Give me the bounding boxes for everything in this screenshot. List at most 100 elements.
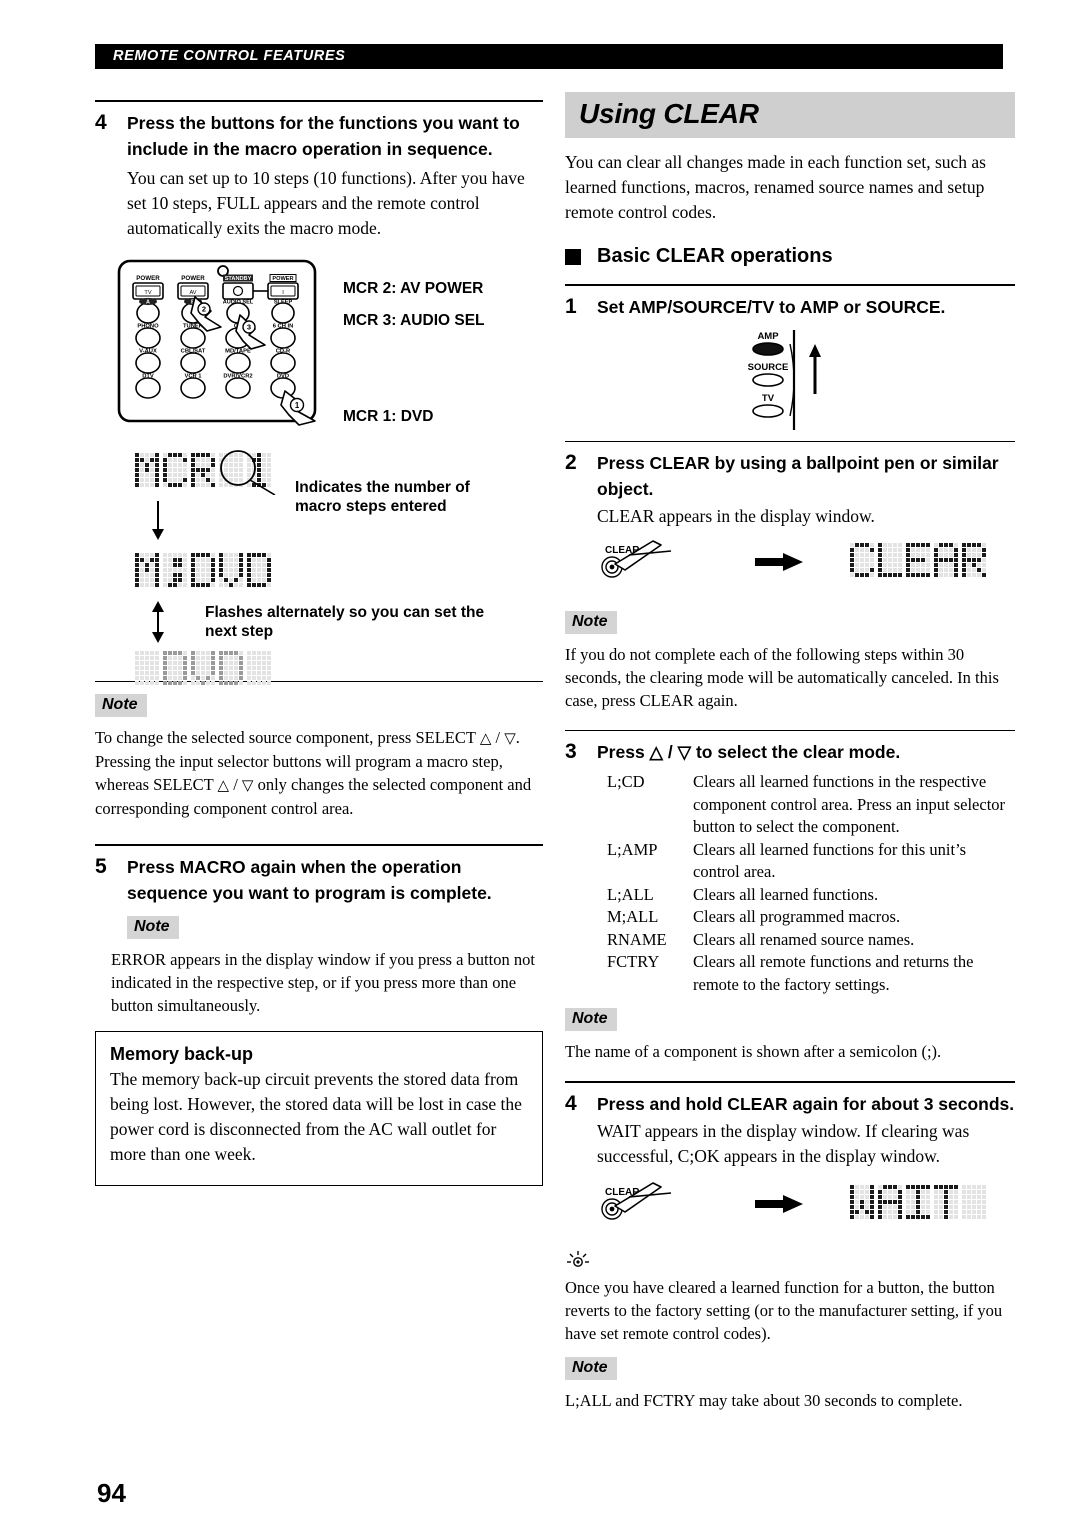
- lcd-character: [135, 651, 159, 685]
- pen-press-clear-icon: CLEAR: [601, 540, 672, 578]
- divider: [565, 284, 1015, 286]
- tip-bulb-icon: [567, 1251, 589, 1267]
- select-down-icon: ▽: [504, 730, 516, 747]
- svg-text:VCR 1: VCR 1: [184, 374, 202, 380]
- clear-mode-list: L;CD Clears all learned functions in the …: [607, 771, 1015, 996]
- step-4-right-body: WAIT appears in the display window. If c…: [597, 1121, 970, 1166]
- svg-text:SLEEP: SLEEP: [274, 300, 293, 306]
- pen-press-clear-icon-2: CLEAR: [601, 1182, 672, 1220]
- note-3-right: Note L;ALL and FCTRY may take about 30 s…: [565, 1357, 1015, 1412]
- select-up-icon: △: [479, 730, 492, 747]
- note-2-right: Note The name of a component is shown af…: [565, 1008, 1015, 1063]
- step-2-number: 2: [565, 451, 577, 474]
- clear-mode-description: Clears all programmed macros.: [693, 907, 901, 926]
- clear-mode-row: L;CD Clears all learned functions in the …: [607, 771, 1015, 839]
- divider: [565, 1081, 1015, 1083]
- right-arrow-icon-2: [755, 1195, 803, 1213]
- divider: [565, 730, 1015, 731]
- step-1-heading: Set AMP/SOURCE/TV to AMP or SOURCE.: [597, 297, 946, 317]
- clear-mode-name: FCTRY: [607, 952, 660, 971]
- mcr-label-1: MCR 1: DVD: [343, 408, 434, 425]
- section-banner: Using CLEAR: [565, 92, 1015, 138]
- lcd-character: [850, 1185, 874, 1219]
- lcd-character: [163, 651, 187, 685]
- step-1: 1 Set AMP/SOURCE/TV to AMP or SOURCE.: [565, 294, 1015, 320]
- divider: [95, 844, 543, 846]
- note-tag: Note: [565, 611, 617, 634]
- lcd-character: [191, 553, 215, 587]
- note-tag: Note: [565, 1357, 617, 1380]
- select-down-icon-2: ▽: [241, 777, 254, 794]
- lcd-character: [962, 1185, 986, 1219]
- running-head-bar: REMOTE CONTROL FEATURES: [95, 44, 1003, 69]
- lcd-character: [191, 453, 215, 487]
- svg-text:DTV: DTV: [142, 374, 154, 380]
- subsection-heading: Basic CLEAR operations: [565, 245, 1015, 268]
- lcd-character: [219, 651, 243, 685]
- divider: [95, 100, 543, 102]
- step-1-number: 1: [565, 295, 577, 318]
- memory-backup-title: Memory back-up: [110, 1044, 254, 1064]
- clear-mode-row: M;ALL Clears all programmed macros.: [607, 906, 1015, 929]
- left-column: 4 Press the buttons for the functions yo…: [95, 100, 543, 1186]
- clear-mode-name: L;AMP: [607, 839, 658, 859]
- lcd-character: [906, 543, 930, 577]
- lcd-display-clear: [850, 543, 986, 577]
- lcd-character: [247, 651, 271, 685]
- clear-mode-description: Clears all learned functions.: [693, 884, 879, 904]
- lcd-character: [191, 651, 215, 685]
- clear-pen-diagram-1: CLEAR: [565, 535, 1015, 599]
- svg-text:DVD: DVD: [277, 374, 289, 380]
- step-4-body: You can set up to 10 steps (10 functions…: [127, 168, 525, 238]
- svg-text:SOURCE: SOURCE: [748, 362, 789, 373]
- step-2: 2 Press CLEAR by using a ballpoint pen o…: [565, 450, 1015, 502]
- lcd-character: [878, 1185, 902, 1219]
- lcd-display-wait: [850, 1185, 986, 1219]
- step-3-heading-mid: /: [663, 742, 678, 762]
- note-3-right-text: L;ALL and FCTRY may take about 30 second…: [565, 1391, 963, 1410]
- note-1-part-b: /: [491, 728, 505, 747]
- select-up-icon: △: [649, 742, 664, 762]
- svg-text:PHONO: PHONO: [137, 324, 159, 330]
- lcd-character: [878, 543, 902, 577]
- svg-text:3: 3: [247, 323, 251, 332]
- clear-mode-description: Clears all renamed source names.: [693, 929, 915, 949]
- svg-text:CD-R: CD-R: [276, 349, 291, 355]
- clear-mode-description: Clears all learned functions for this un…: [693, 839, 967, 882]
- svg-text:AV: AV: [189, 290, 196, 296]
- clear-mode-row: FCTRY Clears all remote functions and ret…: [607, 951, 1015, 996]
- note-1: Note To change the selected source compo…: [95, 694, 543, 820]
- svg-text:V-AUX: V-AUX: [139, 349, 157, 355]
- step-3-number: 3: [565, 740, 577, 763]
- step-4-right: 4 Press and hold CLEAR again for about 3…: [565, 1091, 1015, 1117]
- svg-text:6 CH IN: 6 CH IN: [273, 324, 294, 330]
- note-2: Note ERROR appears in the display window…: [111, 916, 543, 1017]
- note-1-part-d: /: [229, 775, 242, 794]
- lcd-character: [135, 553, 159, 587]
- svg-text:POWER: POWER: [181, 275, 205, 282]
- lcd-callout-steps: Indicates the number of macro steps ente…: [295, 479, 470, 515]
- subsection-title: Basic CLEAR operations: [597, 245, 833, 267]
- lcd-character: [247, 553, 271, 587]
- note-1-part-a: To change the selected source component,…: [95, 728, 480, 747]
- lcd-sequence: Indicates the number of macro steps ente…: [95, 450, 543, 685]
- step-3-heading-pre: Press: [597, 742, 650, 762]
- note-2-text: ERROR appears in the display window if y…: [111, 950, 535, 1015]
- svg-text:1: 1: [295, 401, 300, 410]
- step-4-right-number: 4: [565, 1092, 577, 1115]
- divider: [565, 441, 1015, 442]
- step-4-number: 4: [95, 111, 107, 134]
- select-down-icon: ▽: [677, 742, 692, 762]
- svg-text:AMP: AMP: [757, 331, 779, 342]
- manual-page: REMOTE CONTROL FEATURES 4 Press the butt…: [0, 0, 1080, 1526]
- step-3: 3 Press △ / ▽ to select the clear mode.: [565, 739, 1015, 765]
- step-2-body: CLEAR appears in the display window.: [597, 506, 875, 526]
- clear-mode-row: RNAME Clears all renamed source names.: [607, 929, 1015, 952]
- clear-mode-name: M;ALL: [607, 907, 659, 926]
- switch-svg: AMP SOURCE TV: [748, 330, 821, 430]
- step-4-heading: Press the buttons for the functions you …: [127, 113, 520, 159]
- page-number: 94: [97, 1478, 126, 1508]
- note-tag: Note: [565, 1008, 617, 1031]
- svg-text:POWER: POWER: [272, 276, 293, 282]
- step-3-heading-post: to select the clear mode.: [691, 742, 901, 762]
